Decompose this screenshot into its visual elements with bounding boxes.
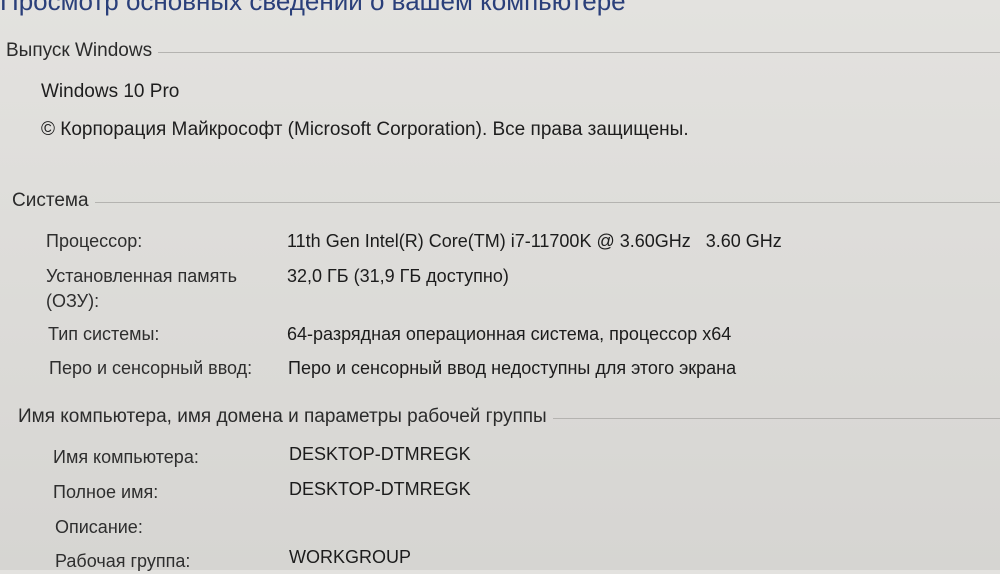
processor-value: 11th Gen Intel(R) Core(TM) i7-11700K @ 3… xyxy=(287,231,782,251)
system-type-label: Тип системы: xyxy=(48,324,160,344)
computer-name-label: Имя компьютера: xyxy=(53,447,199,467)
pen-touch-value: Перо и сенсорный ввод недоступны для это… xyxy=(288,358,737,378)
computer-name-value: DESKTOP-DTMREGK xyxy=(289,444,471,464)
full-name-label: Полное имя: xyxy=(53,482,159,502)
page-title: Просмотр основных сведений о вашем компь… xyxy=(0,0,626,16)
computer-name-header: Имя компьютера, имя домена и параметры р… xyxy=(18,406,1000,428)
description-label: Описание: xyxy=(55,517,143,537)
memory-label-line1: Установленная память xyxy=(46,266,238,286)
windows-edition-name: Windows 10 Pro xyxy=(41,81,180,102)
system-header: Система xyxy=(12,190,1000,212)
windows-edition-header: Выпуск Windows xyxy=(6,40,1000,62)
full-name-value: DESKTOP-DTMREGK xyxy=(289,479,471,499)
section-divider xyxy=(552,417,1000,419)
pen-touch-label: Перо и сенсорный ввод: xyxy=(49,358,253,378)
memory-value: 32,0 ГБ (31,9 ГБ доступно) xyxy=(287,266,509,286)
section-divider xyxy=(158,51,1000,53)
windows-edition-header-label: Выпуск Windows xyxy=(6,40,153,61)
copyright-text: © Корпорация Майкрософт (Microsoft Corpo… xyxy=(41,119,689,140)
computer-name-header-label: Имя компьютера, имя домена и параметры р… xyxy=(18,406,547,427)
memory-label: Установленная память (ОЗУ): xyxy=(46,264,237,314)
section-divider xyxy=(94,201,1000,203)
workgroup-value: WORKGROUP xyxy=(289,547,412,567)
memory-label-line2: (ОЗУ): xyxy=(46,291,100,311)
workgroup-label: Рабочая группа: xyxy=(55,551,191,571)
system-type-value: 64-разрядная операционная система, проце… xyxy=(287,324,732,344)
system-header-label: Система xyxy=(12,190,89,211)
processor-label: Процессор: xyxy=(46,231,143,251)
